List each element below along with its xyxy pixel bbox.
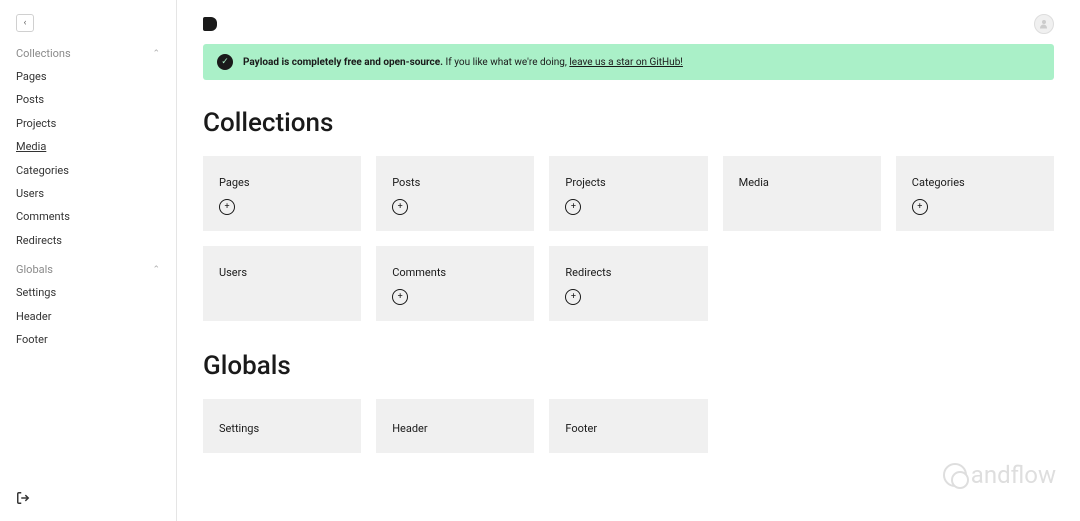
- sidebar-item-footer[interactable]: Footer: [0, 328, 176, 351]
- header: [177, 0, 1080, 44]
- sidebar: ‹ Collections ⌃ Pages Posts Projects Med…: [0, 0, 177, 521]
- sidebar-collapse-button[interactable]: ‹: [16, 14, 34, 32]
- avatar[interactable]: [1034, 14, 1054, 34]
- card-title: Categories: [912, 176, 1038, 189]
- nav-list-globals: Settings Header Footer: [0, 281, 176, 357]
- sidebar-item-posts[interactable]: Posts: [0, 88, 176, 111]
- add-button[interactable]: +: [912, 199, 928, 215]
- plus-icon: +: [398, 202, 403, 212]
- add-button[interactable]: +: [219, 199, 235, 215]
- sidebar-item-projects[interactable]: Projects: [0, 112, 176, 135]
- card-pages[interactable]: Pages +: [203, 156, 361, 231]
- card-title: Projects: [565, 176, 691, 189]
- sidebar-item-comments[interactable]: Comments: [0, 205, 176, 228]
- sidebar-item-pages[interactable]: Pages: [0, 65, 176, 88]
- card-header[interactable]: Header: [376, 399, 534, 453]
- sidebar-item-settings[interactable]: Settings: [0, 281, 176, 304]
- add-button[interactable]: +: [392, 199, 408, 215]
- sidebar-item-header[interactable]: Header: [0, 305, 176, 328]
- card-settings[interactable]: Settings: [203, 399, 361, 453]
- card-users[interactable]: Users: [203, 246, 361, 321]
- main-content: ✓ Payload is completely free and open-so…: [177, 0, 1080, 521]
- card-media[interactable]: Media: [723, 156, 881, 231]
- card-title: Redirects: [565, 266, 691, 279]
- banner-mid-text: If you like what we're doing,: [443, 57, 569, 68]
- sidebar-item-media[interactable]: Media: [0, 135, 176, 158]
- sidebar-item-redirects[interactable]: Redirects: [0, 229, 176, 252]
- banner-bold-text: Payload is completely free and open-sour…: [243, 57, 443, 68]
- plus-icon: +: [398, 292, 403, 302]
- globals-grid: Settings Header Footer: [203, 399, 1054, 453]
- sidebar-item-users[interactable]: Users: [0, 182, 176, 205]
- add-button[interactable]: +: [565, 199, 581, 215]
- add-button[interactable]: +: [565, 289, 581, 305]
- chevron-up-icon: ⌃: [152, 49, 160, 59]
- card-title: Footer: [565, 422, 597, 435]
- logo-icon[interactable]: [203, 17, 217, 31]
- card-redirects[interactable]: Redirects +: [549, 246, 707, 321]
- card-title: Settings: [219, 422, 259, 435]
- chevron-left-icon: ‹: [24, 18, 27, 28]
- card-title: Header: [392, 422, 427, 435]
- card-title: Pages: [219, 176, 345, 189]
- card-categories[interactable]: Categories +: [896, 156, 1054, 231]
- info-banner: ✓ Payload is completely free and open-so…: [203, 44, 1054, 80]
- card-footer[interactable]: Footer: [549, 399, 707, 453]
- card-comments[interactable]: Comments +: [376, 246, 534, 321]
- plus-icon: +: [917, 202, 922, 212]
- nav-list-collections: Pages Posts Projects Media Categories Us…: [0, 65, 176, 258]
- nav-group-globals[interactable]: Globals ⌃: [0, 258, 176, 281]
- sidebar-item-categories[interactable]: Categories: [0, 159, 176, 182]
- plus-icon: +: [571, 292, 576, 302]
- plus-icon: +: [224, 202, 229, 212]
- card-title: Posts: [392, 176, 518, 189]
- card-title: Users: [219, 266, 345, 279]
- collections-title: Collections: [203, 108, 1054, 138]
- globals-title: Globals: [203, 351, 1054, 381]
- card-projects[interactable]: Projects +: [549, 156, 707, 231]
- banner-text: Payload is completely free and open-sour…: [243, 57, 683, 68]
- nav-group-label: Globals: [16, 263, 53, 276]
- card-title: Media: [739, 176, 865, 189]
- plus-icon: +: [571, 202, 576, 212]
- nav-group-collections[interactable]: Collections ⌃: [0, 42, 176, 65]
- banner-link[interactable]: leave us a star on GitHub!: [569, 57, 683, 68]
- nav-group-label: Collections: [16, 47, 71, 60]
- add-button[interactable]: +: [392, 289, 408, 305]
- card-title: Comments: [392, 266, 518, 279]
- collections-grid: Pages + Posts + Projects + Media Categor…: [203, 156, 1054, 321]
- card-posts[interactable]: Posts +: [376, 156, 534, 231]
- logout-icon[interactable]: [16, 491, 30, 509]
- chevron-up-icon: ⌃: [152, 265, 160, 275]
- check-circle-icon: ✓: [217, 54, 233, 70]
